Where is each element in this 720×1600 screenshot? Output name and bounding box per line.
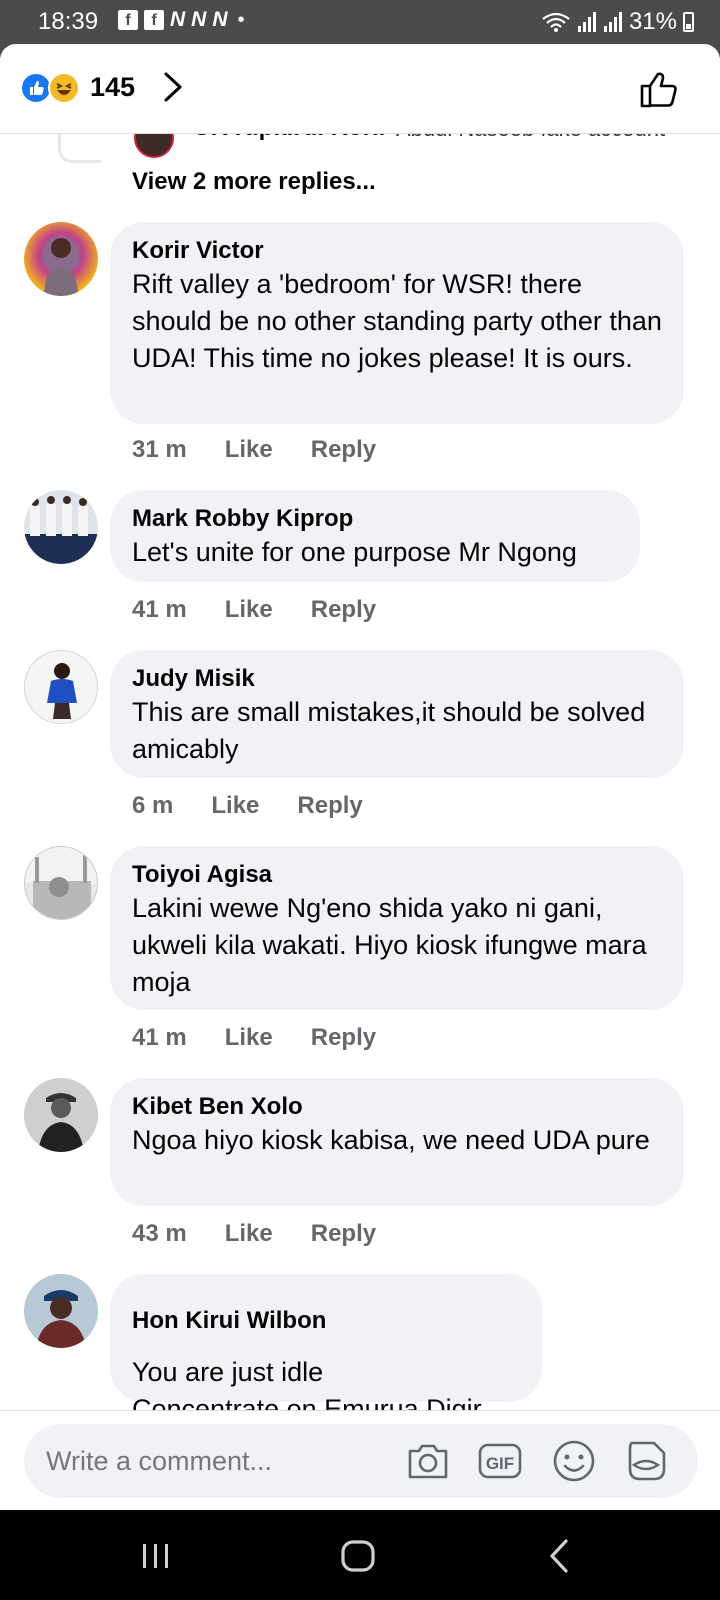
comment-bubble[interactable]: Judy Misik This are small mistakes,it sh…	[110, 650, 684, 778]
reply-button[interactable]: Reply	[311, 1220, 376, 1248]
like-button[interactable]: Like	[225, 1024, 273, 1052]
more-notifications-dot: •	[237, 9, 245, 31]
commenter-name[interactable]: Mark Robby Kiprop	[132, 504, 618, 534]
facebook-notification-icon: f	[118, 10, 138, 30]
like-button[interactable]: Like	[225, 436, 273, 464]
status-time: 18:39	[38, 8, 99, 35]
comment-bubble[interactable]: Kibet Ben Xolo Ngoa hiyo kiosk kabisa, w…	[110, 1078, 684, 1206]
camera-icon[interactable]	[404, 1437, 452, 1485]
comment-text: Abdul Naseeb fake account	[396, 134, 665, 142]
like-button[interactable]: Like	[225, 1220, 273, 1248]
reply-button[interactable]: Reply	[311, 1024, 376, 1052]
like-button[interactable]: Like	[211, 792, 259, 820]
comment-time: 43 m	[132, 1220, 187, 1247]
facebook-notification-icon: f	[144, 10, 164, 30]
avatar[interactable]	[24, 1274, 98, 1348]
reaction-icons[interactable]	[20, 72, 84, 106]
battery-percent: 31%	[628, 8, 677, 35]
comment-bubble[interactable]: Mark Robby Kiprop Let's unite for one pu…	[110, 490, 640, 582]
gif-icon[interactable]: GIF	[476, 1437, 524, 1485]
reply-button[interactable]: Reply	[311, 596, 376, 624]
comment-text: Rift valley a 'bedroom' for WSR! there s…	[132, 269, 662, 373]
status-right: 31%	[541, 8, 694, 36]
comment-text: This are small mistakes,it should be sol…	[132, 697, 646, 764]
news-notification-icon: N	[170, 8, 186, 31]
reply-button[interactable]: Reply	[311, 436, 376, 464]
comment-actions: 31 m Like Reply	[132, 436, 376, 464]
commenter-name[interactable]: Kibet Ben Xolo	[132, 1092, 662, 1122]
haha-icon	[48, 72, 80, 104]
avatar[interactable]	[24, 650, 98, 724]
avatar[interactable]	[134, 134, 174, 158]
comment-composer: GIF	[24, 1424, 698, 1498]
recent-apps-icon[interactable]	[136, 1536, 176, 1576]
status-bar: 18:39 f f N N N • 31%	[0, 0, 720, 44]
commenter-name[interactable]: Toiyoi Agisa	[132, 860, 662, 890]
comment-text: You are just idle Concentrate on Emurua …	[132, 1357, 482, 1410]
news-notification-icon: N	[191, 8, 207, 31]
back-icon[interactable]	[540, 1536, 580, 1576]
avatar[interactable]	[24, 846, 98, 920]
commenter-name[interactable]: Korir Victor	[132, 236, 662, 266]
comment-actions: 41 m Like Reply	[132, 1024, 376, 1052]
home-icon[interactable]	[338, 1536, 378, 1576]
comment-time: 31 m	[132, 436, 187, 463]
comment-time: 41 m	[132, 596, 187, 623]
system-nav-bar	[0, 1510, 720, 1600]
signal-icon	[577, 12, 596, 32]
comment-time: 6 m	[132, 792, 174, 819]
composer-divider	[0, 1410, 720, 1411]
news-notification-icon: N	[212, 8, 228, 31]
commenter-name[interactable]: Judy Misik	[132, 664, 662, 694]
comment-actions: 43 m Like Reply	[132, 1220, 376, 1248]
comment-time: 41 m	[132, 1024, 187, 1051]
avatar[interactable]	[24, 222, 98, 296]
avatar[interactable]	[24, 490, 98, 564]
comment-text: Let's unite for one purpose Mr Ngong	[132, 537, 577, 567]
battery-icon	[683, 12, 694, 32]
comment-bubble[interactable]: Toiyoi Agisa Lakini wewe Ng'eno shida ya…	[110, 846, 684, 1010]
like-button[interactable]: Like	[225, 596, 273, 624]
commenter-name[interactable]: GK Kipkirui Koril	[192, 134, 385, 142]
comment-actions: 41 m Like Reply	[132, 596, 376, 624]
comment-text: Lakini wewe Ng'eno shida yako ni gani, u…	[132, 893, 647, 997]
comment-input[interactable]	[46, 1444, 386, 1478]
reply-button[interactable]: Reply	[297, 792, 362, 820]
wifi-icon	[542, 12, 570, 32]
comment-bubble[interactable]: Korir Victor Rift valley a 'bedroom' for…	[110, 222, 684, 424]
like-outline-icon[interactable]	[638, 68, 680, 110]
avatar[interactable]	[24, 1078, 98, 1152]
signal-icon	[603, 12, 622, 32]
reactions-header: 145	[0, 44, 720, 134]
reply-thread-line	[58, 134, 101, 163]
comment-actions: 6 m Like Reply	[132, 792, 363, 820]
comments-list[interactable]: GK Kipkirui Koril Abdul Naseeb fake acco…	[0, 134, 720, 1410]
comment-text: Ngoa hiyo kiosk kabisa, we need UDA pure	[132, 1125, 650, 1155]
emoji-icon[interactable]	[550, 1437, 598, 1485]
gif-label: GIF	[486, 1454, 514, 1473]
partial-reply: GK Kipkirui Koril Abdul Naseeb fake acco…	[0, 134, 720, 163]
comment-bubble[interactable]: Hon Kirui Wilbon You are just idle Conce…	[110, 1274, 542, 1410]
chevron-right-icon[interactable]	[160, 70, 186, 104]
view-more-replies-link[interactable]: View 2 more replies...	[132, 168, 376, 196]
reaction-count[interactable]: 145	[90, 72, 135, 103]
sticker-icon[interactable]	[622, 1437, 670, 1485]
commenter-name[interactable]: Hon Kirui Wilbon	[132, 1306, 520, 1336]
notification-icons: f f N N N •	[118, 8, 245, 31]
